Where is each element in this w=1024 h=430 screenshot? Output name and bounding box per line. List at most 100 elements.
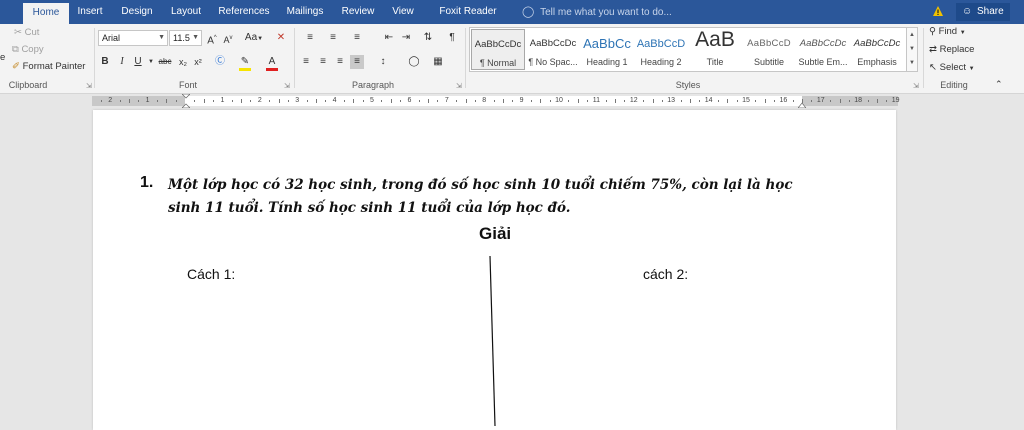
style-subtle-emphasis[interactable]: AaBbCcDc Subtle Em...: [796, 29, 850, 70]
ruler-tick: [203, 99, 205, 103]
font-color-icon: A: [268, 56, 276, 67]
tab-home[interactable]: Home: [23, 3, 69, 24]
clear-formatting-icon[interactable]: ✕: [274, 31, 288, 45]
pilcrow-icon[interactable]: ¶: [445, 31, 459, 45]
ruler-number: 2: [108, 97, 113, 104]
font-family-select[interactable]: Arial ▼: [98, 30, 168, 46]
highlight-color-button[interactable]: ✎: [238, 55, 252, 71]
tell-me-text: Tell me what you want to do...: [540, 7, 672, 18]
copy-label: Copy: [21, 44, 44, 55]
underline-button[interactable]: U: [131, 55, 145, 69]
tab-insert[interactable]: Insert: [73, 0, 107, 24]
replace-icon: ⇄: [929, 44, 937, 55]
style-title[interactable]: AaB Title: [688, 29, 742, 70]
bullets-icon[interactable]: ≡: [299, 31, 321, 45]
copy-button[interactable]: ⧉ Copy: [12, 44, 44, 55]
multilevel-list-icon[interactable]: ≡: [346, 31, 368, 45]
font-launcher-icon[interactable]: ⇲: [284, 82, 290, 90]
style-heading-2[interactable]: AaBbCcD Heading 2: [634, 29, 688, 70]
font-group-label: Font: [178, 80, 197, 90]
ruler-tick: [241, 99, 243, 103]
font-size-select[interactable]: 11.5 ▼: [169, 30, 202, 46]
tab-layout[interactable]: Layout: [165, 0, 207, 24]
format-painter-button[interactable]: ✐ Format Painter: [12, 61, 85, 72]
line-spacing-icon[interactable]: ↕: [373, 55, 393, 69]
styles-launcher-icon[interactable]: ⇲: [913, 82, 919, 90]
ruler-tick: [549, 100, 551, 102]
ruler-tick: [381, 100, 383, 102]
tab-references[interactable]: References: [215, 0, 273, 24]
ruler-tick: [577, 99, 579, 103]
borders-icon[interactable]: ▦: [428, 55, 448, 69]
horizontal-ruler[interactable]: 2 1 1 2 3 4 5 6 7 8 9 10 11 12 13 14 15 16 17 18 19: [0, 94, 1024, 108]
shading-icon[interactable]: ◯: [404, 55, 424, 69]
italic-button[interactable]: I: [115, 55, 129, 69]
select-button[interactable]: ↖ Select ▼: [929, 62, 975, 73]
styles-gallery-scroll[interactable]: ▲ ▼ ▼: [907, 27, 918, 72]
more-icon[interactable]: ▼: [907, 56, 917, 70]
ruler-tick: [502, 99, 504, 103]
subscript-button[interactable]: x₂: [176, 55, 190, 69]
style-preview: AaBbCc: [583, 36, 631, 51]
align-left-icon[interactable]: ≡: [299, 55, 313, 69]
bold-button[interactable]: B: [98, 55, 112, 69]
grow-font-button[interactable]: A^: [205, 31, 219, 48]
chevron-down-icon[interactable]: ▼: [907, 42, 917, 56]
justify-icon[interactable]: ≡: [350, 55, 364, 69]
sort-icon[interactable]: ⇅: [421, 31, 435, 45]
collapse-ribbon-icon[interactable]: ⌃: [995, 79, 1003, 90]
paste-edge[interactable]: e: [0, 52, 5, 63]
indent-marker-icon[interactable]: [182, 94, 190, 108]
clipboard-launcher-icon[interactable]: ⇲: [86, 82, 92, 90]
font-size-value: 11.5: [173, 33, 190, 43]
style-emphasis[interactable]: AaBbCcDc Emphasis: [850, 29, 904, 70]
separator: [94, 28, 95, 88]
ruler-tick: [568, 100, 570, 102]
change-case-button[interactable]: Aa▼: [243, 31, 265, 46]
ruler-tick: [717, 100, 719, 102]
document-page[interactable]: 1. Một lớp học có 32 học sinh, trong đó …: [93, 110, 896, 430]
chevron-down-icon: ▼: [192, 34, 199, 41]
font-color-button[interactable]: A: [265, 55, 279, 71]
warning-icon[interactable]: [932, 5, 944, 17]
style-heading-1[interactable]: AaBbCc Heading 1: [580, 29, 634, 70]
method-1-label: Cách 1:: [187, 266, 236, 282]
shrink-font-button[interactable]: Av: [221, 31, 235, 47]
style-name: Heading 1: [586, 57, 628, 67]
find-button[interactable]: ⚲ Find ▼: [929, 26, 966, 37]
ruler-tick: [512, 100, 514, 102]
increase-indent-icon[interactable]: ⇥: [399, 31, 413, 45]
tab-view[interactable]: View: [387, 0, 419, 24]
ruler-tick: [624, 100, 626, 102]
superscript-button[interactable]: x²: [191, 55, 205, 69]
style-no-spacing[interactable]: AaBbCcDc ¶ No Spac...: [526, 29, 580, 70]
text-effects-icon[interactable]: Ⓒ: [213, 55, 227, 69]
align-right-icon[interactable]: ≡: [333, 55, 347, 69]
ruler-tick: [764, 99, 766, 103]
decrease-indent-icon[interactable]: ⇤: [382, 31, 396, 45]
strikethrough-button[interactable]: abc: [156, 55, 174, 69]
person-icon: ☺: [962, 6, 973, 17]
numbering-icon[interactable]: ≡: [322, 31, 344, 45]
ruler-tick: [727, 99, 729, 103]
share-button[interactable]: ☺ Share: [956, 3, 1010, 21]
tell-me-box[interactable]: ◯ Tell me what you want to do...: [522, 0, 672, 24]
format-painter-label: Format Painter: [22, 61, 86, 72]
right-indent-marker-icon[interactable]: [798, 100, 806, 108]
tab-design[interactable]: Design: [116, 0, 158, 24]
tab-foxit-reader-pdf[interactable]: Foxit Reader PDF: [428, 0, 508, 41]
tab-mailings[interactable]: Mailings: [280, 0, 330, 24]
ruler-tick: [839, 99, 841, 103]
ruler-number: 17: [816, 97, 825, 104]
ruler-tick: [811, 100, 813, 102]
paragraph-launcher-icon[interactable]: ⇲: [456, 82, 462, 90]
cut-button[interactable]: ✂ Cut: [14, 27, 39, 38]
ruler-tick: [119, 100, 121, 102]
tab-review[interactable]: Review: [337, 0, 379, 24]
align-center-icon[interactable]: ≡: [316, 55, 330, 69]
style-normal[interactable]: AaBbCcDc ¶ Normal: [471, 29, 525, 70]
ruler-tick: [699, 100, 701, 102]
replace-button[interactable]: ⇄ Replace: [929, 44, 974, 55]
style-subtitle[interactable]: AaBbCcD Subtitle: [742, 29, 796, 70]
chevron-up-icon[interactable]: ▲: [907, 28, 917, 42]
